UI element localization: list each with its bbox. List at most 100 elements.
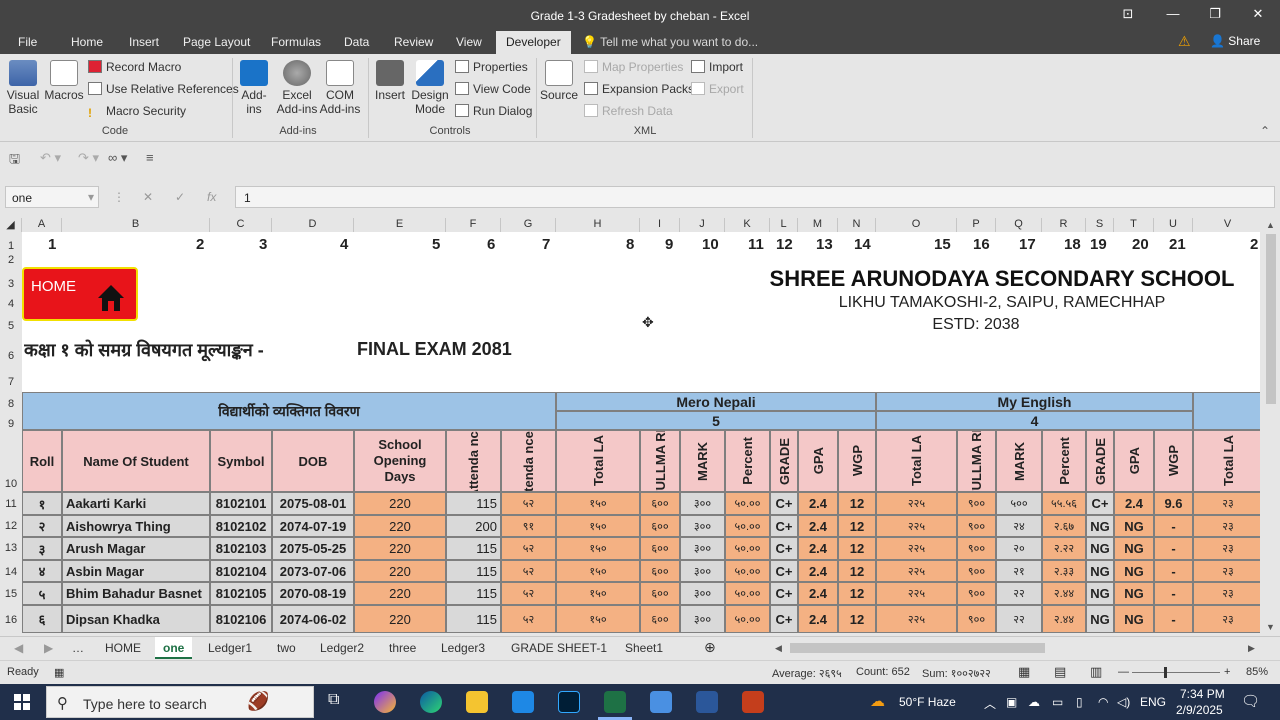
table-cell[interactable]: २२५ <box>876 537 957 560</box>
table-cell[interactable]: 2.4 <box>798 537 838 560</box>
table-cell[interactable]: 2.4 <box>798 560 838 582</box>
table-cell[interactable]: ६०० <box>640 582 680 605</box>
table-cell[interactable]: २.६७ <box>1042 515 1086 537</box>
scroll-up-icon[interactable]: ▲ <box>1266 220 1275 230</box>
table-cell[interactable]: २.४४ <box>1042 582 1086 605</box>
undo-icon[interactable]: ↶ ▾ <box>40 150 61 166</box>
table-cell[interactable]: १५० <box>556 560 640 582</box>
table-cell[interactable]: Aishowrya Thing <box>62 515 210 537</box>
table-cell[interactable]: 8102105 <box>210 582 272 605</box>
sheet-tab-two[interactable]: two <box>277 641 296 655</box>
table-cell[interactable]: ६०० <box>640 537 680 560</box>
horizontal-scroll-thumb[interactable] <box>790 643 1045 653</box>
cell[interactable]: 7 <box>542 236 550 253</box>
table-cell[interactable]: ५०.०० <box>725 537 770 560</box>
enter-icon[interactable]: ✓ <box>175 190 185 204</box>
table-cell[interactable]: १५० <box>556 537 640 560</box>
header-grade[interactable]: GRADE <box>1086 430 1114 492</box>
insert-control-button[interactable]: Insert <box>372 60 408 102</box>
table-cell[interactable]: ६ <box>22 605 62 633</box>
share-button[interactable]: 👤 Share <box>1210 34 1260 48</box>
cell[interactable]: 3 <box>259 236 267 253</box>
macro-record-icon[interactable]: ▦ <box>54 666 64 679</box>
tab-home[interactable]: Home <box>71 35 103 49</box>
table-cell[interactable]: C+ <box>770 605 798 633</box>
table-cell[interactable]: 220 <box>354 582 446 605</box>
excel-taskbar-icon[interactable] <box>604 691 626 713</box>
table-cell[interactable]: २३ <box>1193 560 1260 582</box>
col-header[interactable]: E <box>354 218 446 232</box>
table-cell[interactable]: 2.4 <box>798 605 838 633</box>
row-header[interactable]: 15 <box>0 588 22 600</box>
sheet-tab-three[interactable]: three <box>389 641 416 655</box>
exam-title[interactable]: FINAL EXAM 2081 <box>357 339 512 360</box>
header-total-la[interactable]: Total LA <box>1193 430 1260 492</box>
photoshop-icon[interactable] <box>558 691 580 713</box>
powerpoint-icon[interactable] <box>742 691 764 713</box>
table-cell[interactable]: NG <box>1114 605 1154 633</box>
tab-developer[interactable]: Developer <box>496 31 571 54</box>
table-cell[interactable]: 12 <box>838 515 876 537</box>
table-cell[interactable]: 2.4 <box>798 582 838 605</box>
page-break-view-icon[interactable]: ▥ <box>1090 664 1102 680</box>
table-cell[interactable]: C+ <box>770 582 798 605</box>
cell[interactable]: 12 <box>776 236 793 253</box>
table-cell[interactable]: Bhim Bahadur Basnet <box>62 582 210 605</box>
table-cell[interactable]: २२५ <box>876 515 957 537</box>
table-cell[interactable]: 220 <box>354 560 446 582</box>
scroll-tabs-left-icon[interactable]: ◀ <box>14 641 23 655</box>
ribbon-display-icon[interactable]: ⊡ <box>1118 6 1138 24</box>
cell[interactable]: 21 <box>1169 236 1186 253</box>
table-cell[interactable]: २.३३ <box>1042 560 1086 582</box>
table-cell[interactable]: ५२ <box>501 582 556 605</box>
table-cell[interactable]: Arush Magar <box>62 537 210 560</box>
row-header[interactable]: 5 <box>0 320 22 332</box>
com-add-ins-button[interactable]: COM Add-ins <box>318 60 362 116</box>
status-count[interactable]: Count: 652 <box>856 666 910 678</box>
row-header[interactable]: 8 <box>0 398 22 410</box>
table-cell[interactable]: C+ <box>770 515 798 537</box>
table-cell[interactable]: 115 <box>446 605 501 633</box>
table-cell[interactable]: 115 <box>446 492 501 515</box>
formula-input[interactable]: 1 <box>235 186 1275 208</box>
table-cell[interactable]: ३०० <box>680 582 725 605</box>
cell[interactable]: 18 <box>1064 236 1081 253</box>
table-cell[interactable]: ५५.५६ <box>1042 492 1086 515</box>
row-header[interactable]: 4 <box>0 298 22 310</box>
table-cell[interactable]: ५०.०० <box>725 605 770 633</box>
row-header[interactable]: 16 <box>0 614 22 626</box>
table-cell[interactable]: २२५ <box>876 605 957 633</box>
cell[interactable]: 20 <box>1132 236 1149 253</box>
source-button[interactable]: Source <box>540 60 578 102</box>
col-header[interactable]: I <box>640 218 680 232</box>
clock-date[interactable]: 2/9/2025 <box>1176 703 1223 717</box>
col-header[interactable]: V <box>1193 218 1262 232</box>
taskbar-search[interactable]: ⚲ Type here to search 🏈 <box>46 686 314 718</box>
tab-formulas[interactable]: Formulas <box>271 35 321 49</box>
warning-icon[interactable]: ⚠ <box>1178 33 1191 50</box>
link-icon[interactable]: ∞ ▾ <box>108 150 127 166</box>
hscroll-right-icon[interactable]: ▶ <box>1248 643 1255 654</box>
cell[interactable]: 4 <box>340 236 348 253</box>
table-cell[interactable]: 12 <box>838 605 876 633</box>
table-cell[interactable]: 8102103 <box>210 537 272 560</box>
zoom-in-icon[interactable]: + <box>1224 666 1230 678</box>
col-header[interactable]: O <box>876 218 957 232</box>
table-cell[interactable]: २२ <box>996 605 1042 633</box>
table-cell[interactable]: C+ <box>770 560 798 582</box>
table-cell[interactable]: NG <box>1114 515 1154 537</box>
table-cell[interactable]: 9.6 <box>1154 492 1193 515</box>
table-cell[interactable]: ६०० <box>640 492 680 515</box>
table-cell[interactable]: ५०.०० <box>725 582 770 605</box>
col-header[interactable]: G <box>501 218 556 232</box>
col-header[interactable]: J <box>680 218 725 232</box>
macro-security-button[interactable]: ! Macro Security <box>88 104 186 120</box>
header-fullmark[interactable]: FULLMA RK <box>640 430 680 492</box>
table-cell[interactable]: ३०० <box>680 560 725 582</box>
word-icon[interactable] <box>696 691 718 713</box>
cancel-icon[interactable]: ✕ <box>143 190 153 204</box>
table-cell[interactable]: Dipsan Khadka <box>62 605 210 633</box>
col-header[interactable]: L <box>770 218 798 232</box>
table-cell[interactable]: - <box>1154 515 1193 537</box>
import-button[interactable]: Import <box>691 60 743 74</box>
